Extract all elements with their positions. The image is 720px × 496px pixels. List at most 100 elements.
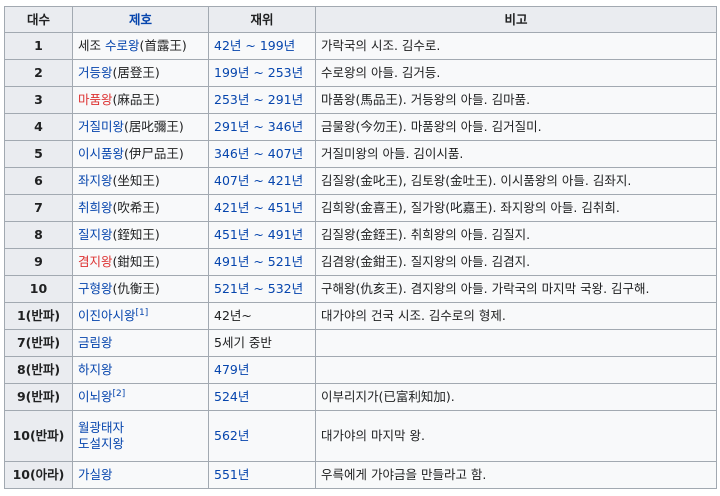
- reign-link[interactable]: 421년 ~ 451년: [214, 200, 303, 215]
- title-hanja: (銍知王): [112, 227, 160, 242]
- row-number: 4: [4, 113, 73, 141]
- footnote-ref[interactable]: [2]: [113, 389, 126, 399]
- row-number: 7(반파): [4, 329, 73, 357]
- reign-link[interactable]: 291년 ~ 346년: [214, 119, 303, 134]
- reign-cell: 451년 ~ 491년: [208, 221, 316, 249]
- reign-link[interactable]: 551년: [214, 467, 249, 482]
- king-link[interactable]: 이시품왕: [78, 146, 124, 161]
- table-row: 6 좌지왕(坐知王) 407년 ~ 421년 김질왕(金叱王), 김토왕(金吐王…: [4, 167, 717, 195]
- title-cell: 이시품왕(伊尸品王): [72, 140, 209, 168]
- reign-link[interactable]: 491년 ~ 521년: [214, 254, 303, 269]
- title-prefix: 세조: [78, 38, 105, 53]
- title-hanja: (首露王): [139, 38, 187, 53]
- note-cell: 김질왕(金叱王), 김토왕(金吐王). 이시품왕의 아들. 김좌지.: [315, 167, 717, 195]
- header-number[interactable]: 대수: [4, 6, 73, 33]
- title-cell: 하지왕: [72, 356, 209, 384]
- title-hanja: (麻品王): [112, 92, 160, 107]
- reign-cell: 42년 ~ 199년: [208, 32, 316, 60]
- king-link[interactable]: 하지왕: [78, 362, 113, 377]
- reign-link[interactable]: 479년: [214, 362, 249, 377]
- reign-link[interactable]: 562년: [214, 428, 249, 443]
- king-link[interactable]: 월광태자: [78, 420, 203, 436]
- king-link[interactable]: 취희왕: [78, 200, 113, 215]
- note-cell: 대가야의 마지막 왕.: [315, 410, 717, 462]
- row-number: 9: [4, 248, 73, 276]
- table-row: 10(아라) 가실왕 551년 우륵에게 가야금을 만들라고 함.: [4, 461, 717, 489]
- reign-link[interactable]: 253년 ~ 291년: [214, 92, 303, 107]
- reign-cell: 521년 ~ 532년: [208, 275, 316, 303]
- header-reign[interactable]: 재위: [208, 6, 316, 33]
- reign-cell: 421년 ~ 451년: [208, 194, 316, 222]
- king-link[interactable]: 겸지왕: [78, 254, 113, 269]
- row-number: 6: [4, 167, 73, 195]
- table-row: 8 질지왕(銍知王) 451년 ~ 491년 김질왕(金銍王). 취희왕의 아들…: [4, 221, 717, 249]
- king-link-alt[interactable]: 도설지왕: [78, 436, 203, 452]
- reign-cell: 42년~: [208, 302, 316, 330]
- title-cell: 월광태자 도설지왕: [72, 410, 209, 462]
- kings-table: 대수 제호 재위 비고 1 세조 수로왕(首露王) 42년 ~ 199년 가락국…: [4, 6, 717, 489]
- title-cell: 겸지왕(鉗知王): [72, 248, 209, 276]
- reign-link[interactable]: 524년: [214, 389, 249, 404]
- reign-cell: 291년 ~ 346년: [208, 113, 316, 141]
- row-number: 1(반파): [4, 302, 73, 330]
- reign-link[interactable]: 199년 ~ 253년: [214, 65, 303, 80]
- header-title-link[interactable]: 제호: [129, 12, 152, 27]
- king-link[interactable]: 구형왕: [78, 281, 113, 296]
- table-row: 9 겸지왕(鉗知王) 491년 ~ 521년 김겸왕(金鉗王). 질지왕의 아들…: [4, 248, 717, 276]
- reign-cell: 407년 ~ 421년: [208, 167, 316, 195]
- title-cell: 가실왕: [72, 461, 209, 489]
- title-cell: 구형왕(仇衡王): [72, 275, 209, 303]
- king-link[interactable]: 질지왕: [78, 227, 113, 242]
- title-cell: 이뇌왕[2]: [72, 383, 209, 411]
- row-number: 10: [4, 275, 73, 303]
- note-cell: 우륵에게 가야금을 만들라고 함.: [315, 461, 717, 489]
- header-note[interactable]: 비고: [315, 6, 717, 33]
- row-number: 8(반파): [4, 356, 73, 384]
- note-cell: 가락국의 시조. 김수로.: [315, 32, 717, 60]
- king-link[interactable]: 마품왕: [78, 92, 113, 107]
- row-number: 9(반파): [4, 383, 73, 411]
- note-cell: 김질왕(金銍王). 취희왕의 아들. 김질지.: [315, 221, 717, 249]
- row-number: 3: [4, 86, 73, 114]
- king-link[interactable]: 이뇌왕: [78, 389, 113, 404]
- note-cell: 마품왕(馬品王). 거등왕의 아들. 김마품.: [315, 86, 717, 114]
- king-link[interactable]: 좌지왕: [78, 173, 113, 188]
- king-link[interactable]: 거등왕: [78, 65, 113, 80]
- king-link[interactable]: 가실왕: [78, 467, 113, 482]
- reign-cell: 199년 ~ 253년: [208, 59, 316, 87]
- reign-cell: 5세기 중반: [208, 329, 316, 357]
- table-row: 1 세조 수로왕(首露王) 42년 ~ 199년 가락국의 시조. 김수로.: [4, 32, 717, 60]
- reign-link[interactable]: 521년 ~ 532년: [214, 281, 303, 296]
- note-cell: [315, 329, 717, 357]
- reign-link[interactable]: 407년 ~ 421년: [214, 173, 303, 188]
- king-link[interactable]: 이진아시왕: [78, 308, 136, 323]
- reign-link[interactable]: 42년 ~ 199년: [214, 38, 295, 53]
- reign-cell: 253년 ~ 291년: [208, 86, 316, 114]
- title-cell: 좌지왕(坐知王): [72, 167, 209, 195]
- table-row: 3 마품왕(麻品王) 253년 ~ 291년 마품왕(馬品王). 거등왕의 아들…: [4, 86, 717, 114]
- title-cell: 거질미왕(居叱彌王): [72, 113, 209, 141]
- note-cell: 김희왕(金喜王), 질가왕(叱嘉王). 좌지왕의 아들. 김취희.: [315, 194, 717, 222]
- title-cell: 금림왕: [72, 329, 209, 357]
- king-link[interactable]: 금림왕: [78, 335, 113, 350]
- reign-cell: 346년 ~ 407년: [208, 140, 316, 168]
- title-cell: 마품왕(麻品王): [72, 86, 209, 114]
- row-number: 5: [4, 140, 73, 168]
- table-row: 10(반파) 월광태자 도설지왕 562년 대가야의 마지막 왕.: [4, 410, 717, 462]
- table-row: 10 구형왕(仇衡王) 521년 ~ 532년 구해왕(仇亥王). 겸지왕의 아…: [4, 275, 717, 303]
- title-hanja: (伊尸品王): [124, 146, 184, 161]
- reign-cell: 479년: [208, 356, 316, 384]
- reign-link[interactable]: 346년 ~ 407년: [214, 146, 303, 161]
- header-title[interactable]: 제호: [72, 6, 209, 33]
- title-hanja: (吹希王): [112, 200, 160, 215]
- table-row: 8(반파) 하지왕 479년: [4, 356, 717, 384]
- king-link[interactable]: 거질미왕: [78, 119, 124, 134]
- title-cell: 세조 수로왕(首露王): [72, 32, 209, 60]
- reign-link[interactable]: 451년 ~ 491년: [214, 227, 303, 242]
- row-number: 2: [4, 59, 73, 87]
- king-link[interactable]: 수로왕: [105, 38, 140, 53]
- row-number: 10(반파): [4, 410, 73, 462]
- title-hanja: (居叱彌王): [124, 119, 184, 134]
- row-number: 1: [4, 32, 73, 60]
- footnote-ref[interactable]: [1]: [136, 308, 149, 318]
